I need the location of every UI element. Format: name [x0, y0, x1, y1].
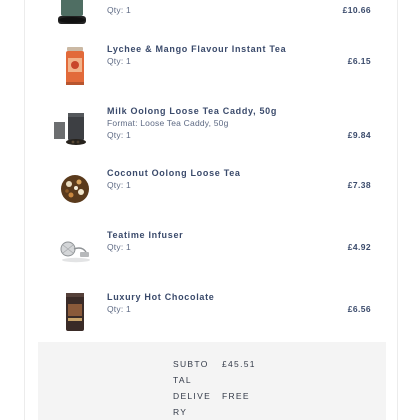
item-qty: Qty: 1: [107, 180, 131, 190]
order-item: Milk Oolong Loose Tea Caddy, 50g Format:…: [40, 104, 380, 154]
item-price: £9.84: [347, 130, 371, 140]
hot-chocolate-tin-icon: [66, 293, 84, 331]
order-item: Qty: 1 £10.66: [40, 0, 380, 40]
item-name: Coconut Oolong Loose Tea: [107, 168, 241, 178]
order-item: Coconut Oolong Loose Tea Qty: 1 £7.38: [40, 166, 380, 216]
tea-infuser-icon: [60, 241, 90, 263]
item-qty: Qty: 1: [107, 304, 131, 314]
item-price: £6.56: [347, 304, 371, 314]
item-name: Milk Oolong Loose Tea Caddy, 50g: [107, 106, 278, 116]
order-item: Lychee & Mango Flavour Instant Tea Qty: …: [40, 42, 380, 92]
item-qty: Qty: 1: [107, 56, 131, 66]
delivery-value: FREE: [222, 391, 250, 401]
subtotal-label: SUBTOTAL: [173, 359, 209, 385]
order-item: Teatime Infuser Qty: 1 £4.92: [40, 228, 380, 278]
item-name: Lychee & Mango Flavour Instant Tea: [107, 44, 287, 54]
item-format: Format: Loose Tea Caddy, 50g: [107, 118, 229, 128]
item-price: £6.15: [347, 56, 371, 66]
loose-tea-pile-icon: [61, 175, 89, 203]
item-price: £7.38: [347, 180, 371, 190]
item-qty: Qty: 1: [107, 242, 131, 252]
item-price: £10.66: [342, 5, 371, 15]
order-item: Luxury Hot Chocolate Qty: 1 £6.56: [40, 290, 380, 340]
item-name: Teatime Infuser: [107, 230, 184, 240]
subtotal-value: £45.51: [222, 359, 256, 369]
order-summary: SUBTOTAL £45.51 DELIVERY FREE: [38, 342, 386, 420]
item-qty: Qty: 1: [107, 130, 131, 140]
tea-caddy-set-icon: [54, 113, 86, 145]
delivery-label: DELIVERY: [173, 391, 212, 417]
item-qty: Qty: 1: [107, 5, 131, 15]
tea-caddy-green-icon: [58, 0, 86, 24]
item-name: Luxury Hot Chocolate: [107, 292, 215, 302]
item-price: £4.92: [347, 242, 371, 252]
tea-tin-orange-icon: [66, 47, 84, 85]
